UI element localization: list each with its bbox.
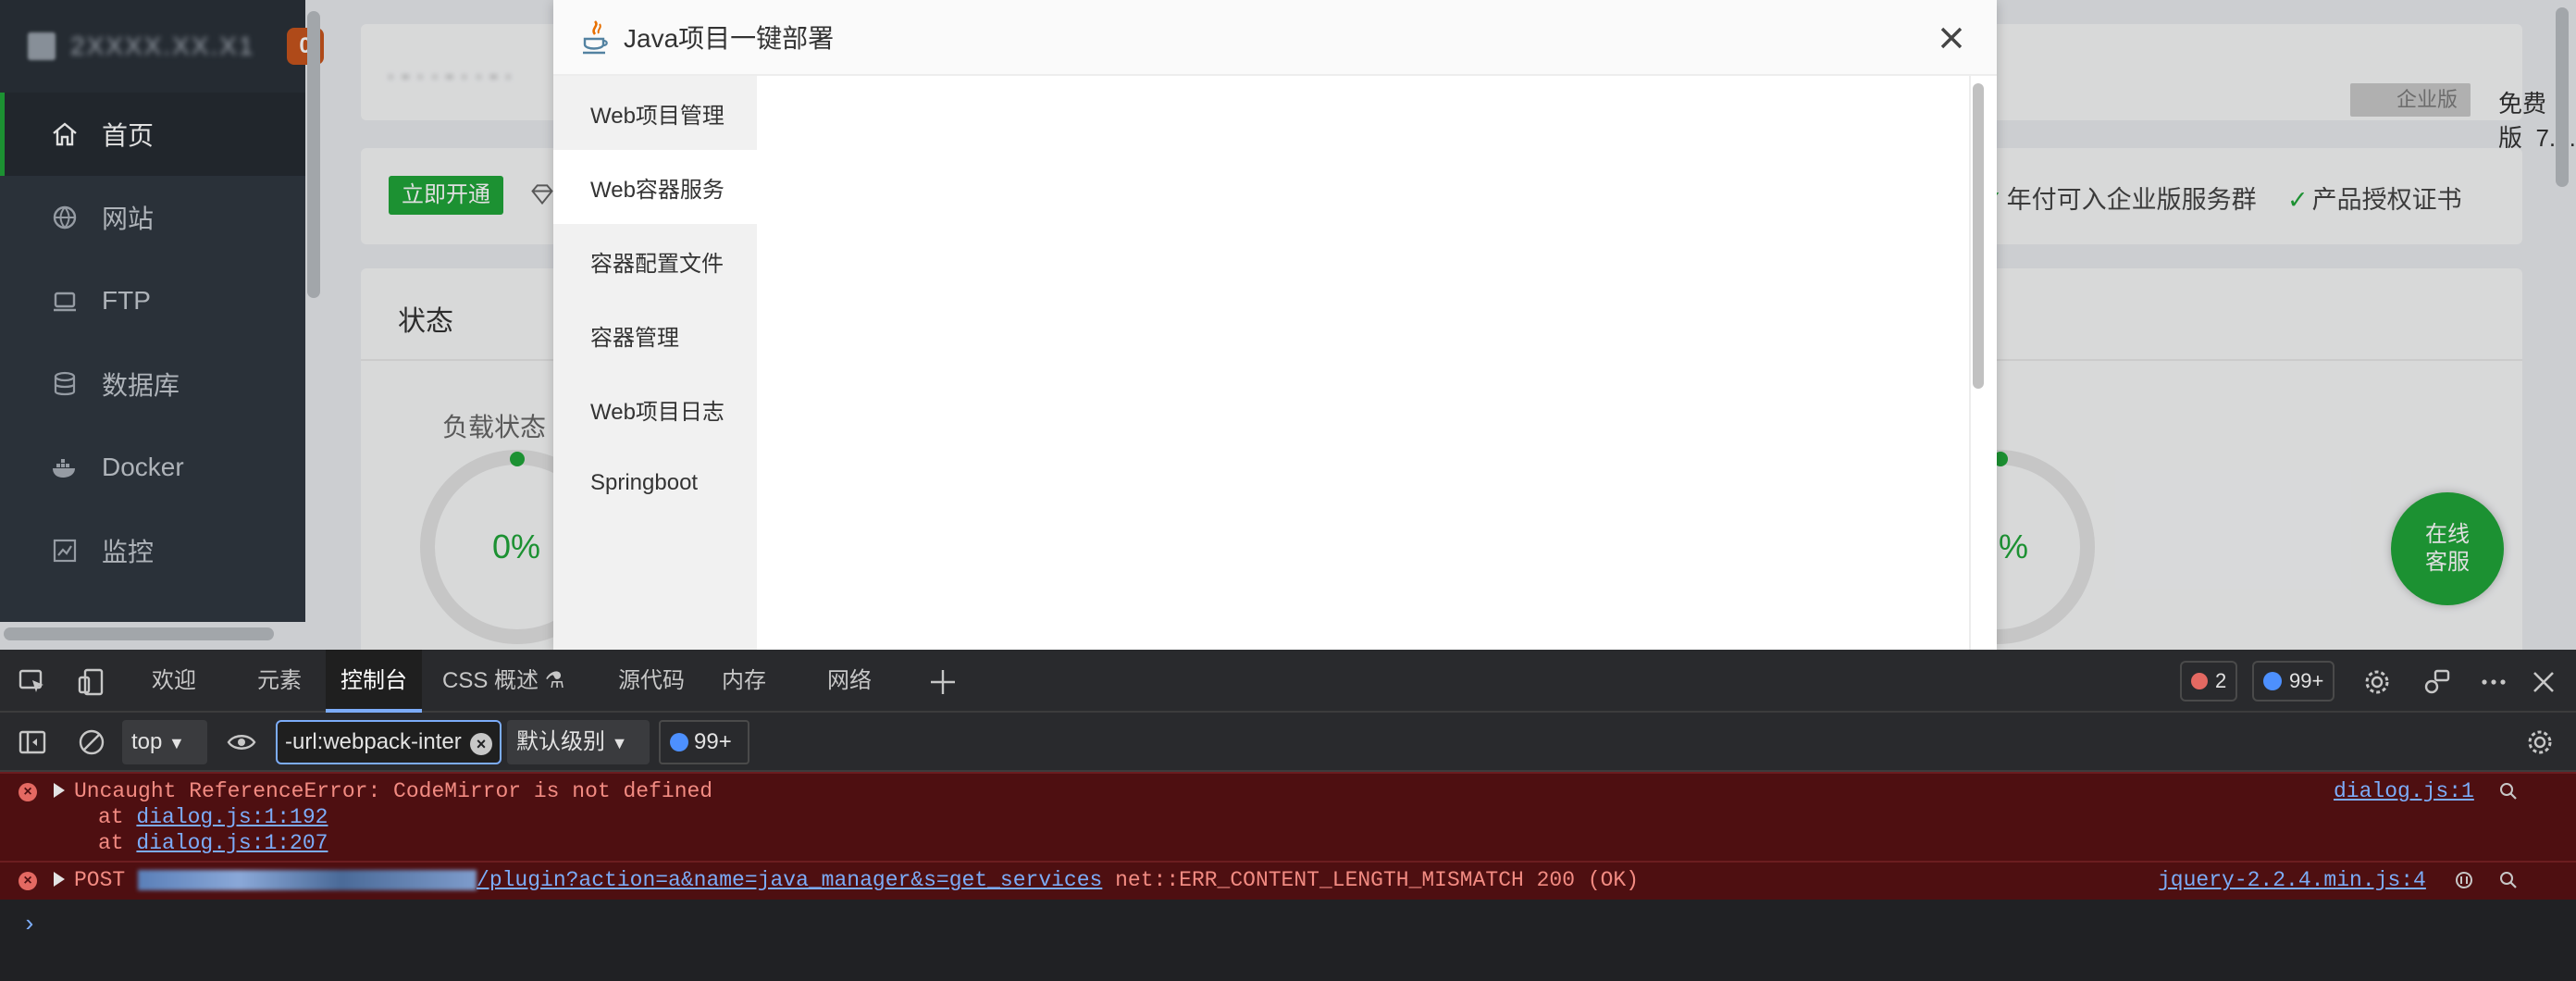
log-level-selector[interactable]: 默认级别 ▼ (507, 720, 650, 764)
nav-container-config-file[interactable]: 容器配置文件 (553, 224, 757, 298)
settings-gear-icon[interactable] (2361, 666, 2393, 698)
issues-count: 99+ (694, 729, 732, 754)
tab-elements[interactable]: 元素 (257, 650, 302, 713)
tab-css-overview[interactable]: CSS 概述 ⚗ (442, 650, 564, 713)
tab-label: CSS 概述 (442, 668, 539, 693)
tab-sources[interactable]: 源代码 (618, 650, 685, 713)
network-error: POST /plugin?action=a&name=java_manager&… (74, 868, 1639, 892)
stack-prefix: at (98, 831, 137, 855)
caret-down-icon: ▼ (168, 734, 185, 752)
caret-down-icon: ▼ (611, 734, 628, 752)
error-icon: × (19, 783, 37, 801)
inspect-element-icon[interactable] (17, 666, 48, 698)
app-background: 2XXXX.XX.X1 0 首页 网站 FTP 数据库 Docker 监控 · … (0, 0, 2576, 650)
java-deploy-dialog: Java项目一键部署 Web项目管理 Web容器服务 容器配置文件 容器管理 W… (553, 0, 1997, 650)
console-settings-gear-icon[interactable] (2524, 726, 2556, 758)
clear-console-icon[interactable] (76, 726, 107, 758)
more-options-icon[interactable] (2478, 666, 2509, 698)
error-count: 2 (2215, 669, 2227, 692)
live-expression-eye-icon[interactable] (226, 726, 257, 758)
add-tab-icon[interactable] (927, 666, 959, 698)
error-message: Uncaught ReferenceError: CodeMirror is n… (74, 779, 713, 803)
console-prompt[interactable]: › (22, 911, 37, 938)
message-icon (670, 733, 688, 751)
nav-springboot[interactable]: Springboot (553, 446, 757, 520)
stack-link[interactable]: dialog.js:1:192 (136, 805, 328, 829)
redacted-host (138, 869, 477, 890)
console-output: × Uncaught ReferenceError: CodeMirror is… (0, 772, 2576, 938)
devtools-tab-bar: 欢迎 元素 控制台 CSS 概述 ⚗ 源代码 内存 网络 2 99+ (0, 650, 2576, 713)
dialog-scrollbar[interactable] (1973, 83, 1984, 389)
devtools-panel: 欢迎 元素 控制台 CSS 概述 ⚗ 源代码 内存 网络 2 99+ top ▼… (0, 650, 2576, 981)
console-toolbar: top ▼ -url:webpack-inter × 默认级别 ▼ 99+ (0, 713, 2576, 772)
filter-input[interactable]: -url:webpack-inter (276, 720, 502, 764)
tab-console[interactable]: 控制台 (326, 650, 422, 713)
message-count: 99+ (2289, 669, 2324, 692)
stack-line: at dialog.js:1:192 (98, 805, 328, 829)
nav-web-project-management[interactable]: Web项目管理 (553, 76, 757, 150)
error-counter[interactable]: 2 (2180, 661, 2238, 702)
console-error-row: × POST /plugin?action=a&name=java_manage… (0, 861, 2576, 900)
close-devtools-icon[interactable] (2528, 666, 2559, 698)
issues-counter[interactable]: 99+ (659, 720, 749, 764)
request-url[interactable]: /plugin?action=a&name=java_manager&s=get… (477, 868, 1102, 892)
nav-container-management[interactable]: 容器管理 (553, 298, 757, 372)
error-icon: × (19, 872, 37, 890)
source-link[interactable]: jquery-2.2.4.min.js:4 (2158, 868, 2426, 892)
console-error-row: × Uncaught ReferenceError: CodeMirror is… (0, 772, 2576, 861)
tab-memory[interactable]: 内存 (722, 650, 766, 713)
stack-link[interactable]: dialog.js:1:207 (136, 831, 328, 855)
dialog-header: Java项目一键部署 (553, 0, 1997, 76)
network-request-icon[interactable] (2454, 870, 2474, 890)
request-method: POST (74, 868, 139, 892)
stack-prefix: at (98, 805, 137, 829)
nav-web-project-log[interactable]: Web项目日志 (553, 372, 757, 446)
clear-filter-icon[interactable]: × (470, 733, 492, 755)
connect-device-icon[interactable] (2421, 666, 2452, 698)
close-icon[interactable] (1934, 20, 1969, 56)
tab-welcome[interactable]: 欢迎 (152, 650, 196, 713)
flask-icon: ⚗ (544, 668, 565, 693)
search-icon[interactable] (2498, 781, 2519, 801)
source-link[interactable]: dialog.js:1 (2334, 779, 2474, 803)
dialog-scroll-track (1969, 76, 1971, 650)
expand-triangle-icon[interactable] (54, 872, 65, 887)
sidebar-toggle-icon[interactable] (17, 726, 48, 758)
log-level-value: 默认级别 (516, 729, 605, 754)
stack-line: at dialog.js:1:207 (98, 831, 328, 855)
error-icon (2191, 673, 2208, 689)
search-icon[interactable] (2498, 870, 2519, 890)
message-counter[interactable]: 99+ (2252, 661, 2335, 702)
device-toolbar-icon[interactable] (76, 666, 107, 698)
expand-triangle-icon[interactable] (54, 783, 65, 798)
context-value: top (131, 729, 163, 754)
context-selector[interactable]: top ▼ (122, 720, 207, 764)
tab-network[interactable]: 网络 (827, 650, 872, 713)
message-icon (2263, 672, 2282, 690)
dialog-nav: Web项目管理 Web容器服务 容器配置文件 容器管理 Web项目日志 Spri… (553, 76, 757, 650)
nav-web-container-service[interactable]: Web容器服务 (553, 150, 757, 224)
dialog-title: Java项目一键部署 (624, 24, 835, 53)
java-icon (583, 20, 608, 55)
request-status: net::ERR_CONTENT_LENGTH_MISMATCH 200 (OK… (1102, 868, 1640, 892)
